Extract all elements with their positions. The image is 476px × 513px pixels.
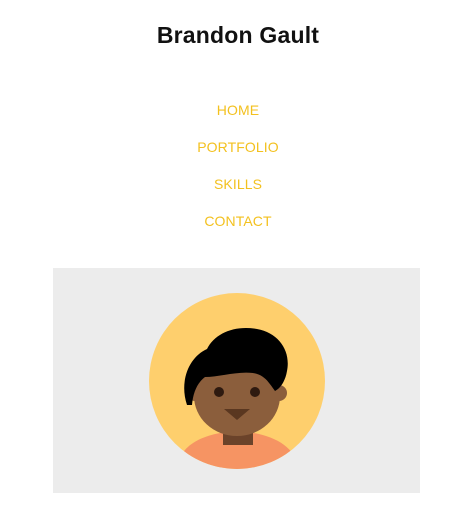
nav-item-contact: CONTACT	[0, 210, 476, 247]
site-title: Brandon Gault	[156, 22, 320, 48]
avatar-right-eye	[250, 387, 260, 397]
avatar-illustration	[149, 293, 325, 469]
avatar-left-eye	[214, 387, 224, 397]
main-nav: HOME PORTFOLIO SKILLS CONTACT	[0, 99, 476, 247]
nav-link-home[interactable]: HOME	[217, 102, 259, 118]
nav-item-portfolio: PORTFOLIO	[0, 136, 476, 173]
nav-link-contact[interactable]: CONTACT	[204, 213, 271, 229]
hero-banner	[53, 268, 420, 493]
nav-link-skills[interactable]: SKILLS	[214, 176, 262, 192]
nav-link-portfolio[interactable]: PORTFOLIO	[197, 139, 279, 155]
page: Brandon Gault HOME PORTFOLIO SKILLS CONT…	[0, 0, 476, 513]
nav-item-skills: SKILLS	[0, 173, 476, 210]
nav-item-home: HOME	[0, 99, 476, 136]
